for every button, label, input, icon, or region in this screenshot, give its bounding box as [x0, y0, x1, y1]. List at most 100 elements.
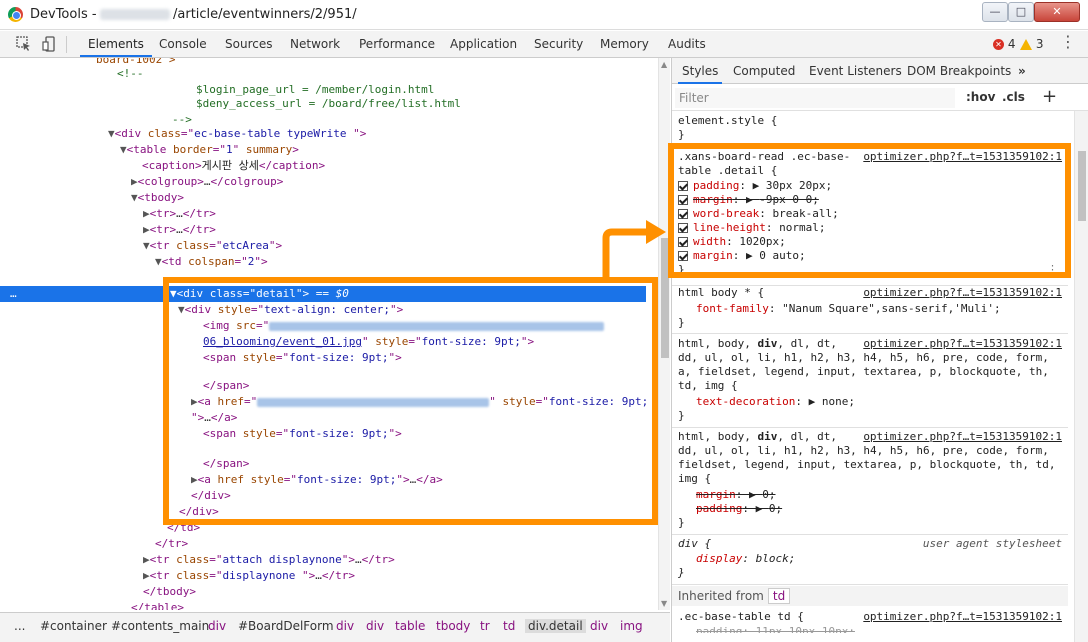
- property-row[interactable]: line-height: normal;: [678, 221, 825, 235]
- tree-node-a[interactable]: ▶<a href=" " style="font-size: 9pt;: [191, 394, 648, 410]
- tree-node-a[interactable]: ▶<a href style="font-size: 9pt;">…</a>: [191, 472, 443, 488]
- tab-elements[interactable]: Elements: [80, 31, 152, 57]
- selector[interactable]: .ec-base-table td {: [678, 610, 804, 624]
- add-rule-button[interactable]: +: [1042, 86, 1057, 107]
- tree-node-span[interactable]: <span style="font-size: 9pt;">: [203, 426, 402, 442]
- property-row[interactable]: word-break: break-all;: [678, 207, 839, 221]
- selector[interactable]: fieldset, legend, input, textarea, p, bl…: [678, 458, 1056, 472]
- property-checkbox[interactable]: [678, 223, 688, 233]
- crumb-div[interactable]: div: [590, 619, 608, 633]
- cls-toggle[interactable]: .cls: [1002, 90, 1025, 104]
- property-checkbox[interactable]: [678, 209, 688, 219]
- rule-source-link[interactable]: optimizer.php?f…t=1531359102:1: [863, 286, 1062, 300]
- selected-node-row[interactable]: … ▼<div class="detail"> == $0: [0, 286, 646, 302]
- property-row[interactable]: font-family: "Nanum Square",sans-serif,'…: [696, 302, 1001, 316]
- property-checkbox[interactable]: [678, 251, 688, 261]
- selector[interactable]: table .detail {: [678, 164, 777, 178]
- tree-node-td-close[interactable]: </td>: [167, 520, 200, 536]
- tree-node-td[interactable]: ▼<td colspan="2">: [155, 254, 268, 270]
- property-checkbox[interactable]: [678, 195, 688, 205]
- tree-node-tr-etcarea[interactable]: ▼<tr class="etcArea">: [143, 238, 282, 254]
- tree-node-tr-close[interactable]: </tr>: [155, 536, 188, 552]
- scroll-down-arrow-icon[interactable]: ▼: [661, 599, 667, 608]
- styles-scrollbar[interactable]: [1074, 111, 1088, 642]
- tree-node-div-center[interactable]: ▼<div style="text-align: center;">: [178, 302, 403, 318]
- crumb-ellipsis[interactable]: ...: [14, 619, 25, 633]
- more-tabs-icon[interactable]: »: [1018, 58, 1026, 84]
- tree-node-tr[interactable]: ▶<tr>…</tr>: [143, 222, 216, 238]
- tree-node-a-cont[interactable]: ">…</a>: [191, 410, 237, 426]
- inspect-element-icon[interactable]: [16, 36, 32, 52]
- tree-node-tr-displaynone[interactable]: ▶<tr class="displaynone ">…</tr>: [143, 568, 355, 584]
- tree-node-span-close[interactable]: </span>: [203, 456, 249, 472]
- property-row[interactable]: margin: ▶ 0 auto;: [678, 249, 806, 263]
- tree-node-div[interactable]: ▼<div class="ec-base-table typeWrite ">: [108, 126, 366, 142]
- crumb-img[interactable]: img: [620, 619, 643, 633]
- tab-memory[interactable]: Memory: [600, 31, 649, 57]
- rule-source-link[interactable]: optimizer.php?f…t=1531359102:1: [863, 430, 1062, 444]
- rule-source-link[interactable]: optimizer.php?f…t=1531359102:1: [863, 610, 1062, 624]
- error-counter[interactable]: ✕ 4: [993, 37, 1015, 51]
- tree-node-table[interactable]: ▼<table border="1" summary>: [120, 142, 299, 158]
- tree-node-caption[interactable]: <caption>게시판 상세</caption>: [142, 158, 325, 174]
- property-row[interactable]: padding: ▶ 30px 20px;: [678, 179, 832, 193]
- crumb-tr[interactable]: tr: [480, 619, 490, 633]
- tab-dom-breakpoints[interactable]: DOM Breakpoints: [907, 58, 1011, 84]
- tree-node-div-close[interactable]: </div>: [179, 504, 219, 520]
- tab-styles[interactable]: Styles: [678, 58, 723, 84]
- minimize-button[interactable]: —: [982, 2, 1008, 22]
- selector[interactable]: element.style {: [678, 114, 777, 128]
- styles-scroll-thumb[interactable]: [1078, 151, 1086, 221]
- tab-audits[interactable]: Audits: [668, 31, 706, 57]
- selector[interactable]: dd, ul, ol, li, h1, h2, h3, h4, h5, h6, …: [678, 444, 1049, 458]
- selector[interactable]: .xans-board-read .ec-base-: [678, 150, 850, 164]
- tab-security[interactable]: Security: [534, 31, 583, 57]
- inherited-node-link[interactable]: td: [767, 588, 791, 604]
- tree-node-span-close[interactable]: </span>: [203, 378, 249, 394]
- elements-scrollbar[interactable]: ▲ ▼: [658, 58, 670, 610]
- selector[interactable]: dd, ul, ol, li, h1, h2, h3, h4, h5, h6, …: [678, 351, 1049, 365]
- maximize-button[interactable]: □: [1008, 2, 1034, 22]
- selector[interactable]: img {: [678, 472, 711, 486]
- tree-node-div-close[interactable]: </div>: [191, 488, 231, 504]
- tab-application[interactable]: Application: [450, 31, 517, 57]
- crumb-div[interactable]: div: [336, 619, 354, 633]
- selector[interactable]: a, fieldset, legend, input, textarea, p,…: [678, 365, 1049, 379]
- crumb-tbody[interactable]: tbody: [436, 619, 470, 633]
- hov-toggle[interactable]: :hov: [966, 90, 995, 104]
- tree-node-table-close[interactable]: </table>: [131, 600, 184, 610]
- rule-source-link[interactable]: optimizer.php?f…t=1531359102:1: [863, 337, 1062, 351]
- close-button[interactable]: ✕: [1034, 2, 1080, 22]
- tab-network[interactable]: Network: [290, 31, 340, 57]
- tree-comment-text[interactable]: $deny_access_url = /board/free/list.html: [196, 96, 461, 112]
- tab-computed[interactable]: Computed: [733, 58, 795, 84]
- selector[interactable]: div {: [678, 537, 711, 551]
- crumb-contents-main[interactable]: #contents_main: [111, 619, 209, 633]
- crumb-div-detail[interactable]: div.detail: [525, 619, 586, 633]
- more-menu-icon[interactable]: ⋮: [1060, 34, 1076, 50]
- elements-scroll-thumb[interactable]: [661, 238, 669, 358]
- device-toolbar-icon[interactable]: [42, 36, 58, 52]
- rule-menu-icon[interactable]: ⋮: [1047, 263, 1058, 277]
- crumb-div[interactable]: div: [366, 619, 384, 633]
- tree-comment-open[interactable]: <!--: [117, 66, 144, 82]
- property-row-overridden[interactable]: margin: ▶ -9px 0 0;: [678, 193, 819, 207]
- crumb-boarddelform[interactable]: #BoardDelForm: [238, 619, 334, 633]
- selector[interactable]: td, img {: [678, 379, 738, 393]
- crumb-table[interactable]: table: [395, 619, 425, 633]
- warning-counter[interactable]: 3: [1020, 37, 1043, 51]
- selector[interactable]: html body * {: [678, 286, 764, 300]
- selected-node-detail[interactable]: ▼<div class="detail"> == $0: [170, 286, 349, 302]
- property-row-overridden[interactable]: padding: ▶ 0;: [696, 502, 782, 516]
- property-checkbox[interactable]: [678, 237, 688, 247]
- scroll-up-arrow-icon[interactable]: ▲: [661, 60, 667, 69]
- property-row[interactable]: text-decoration: ▶ none;: [696, 395, 855, 409]
- crumb-container[interactable]: #container: [40, 619, 107, 633]
- tree-node-tr[interactable]: ▶<tr>…</tr>: [143, 206, 216, 222]
- tab-performance[interactable]: Performance: [359, 31, 435, 57]
- tab-sources[interactable]: Sources: [225, 31, 272, 57]
- property-row[interactable]: width: 1020px;: [678, 235, 786, 249]
- selector[interactable]: html, body, div, dl, dt,: [678, 337, 837, 351]
- tree-node-img[interactable]: <img src=": [203, 318, 605, 334]
- rule-source-link[interactable]: optimizer.php?f…t=1531359102:1: [863, 150, 1062, 164]
